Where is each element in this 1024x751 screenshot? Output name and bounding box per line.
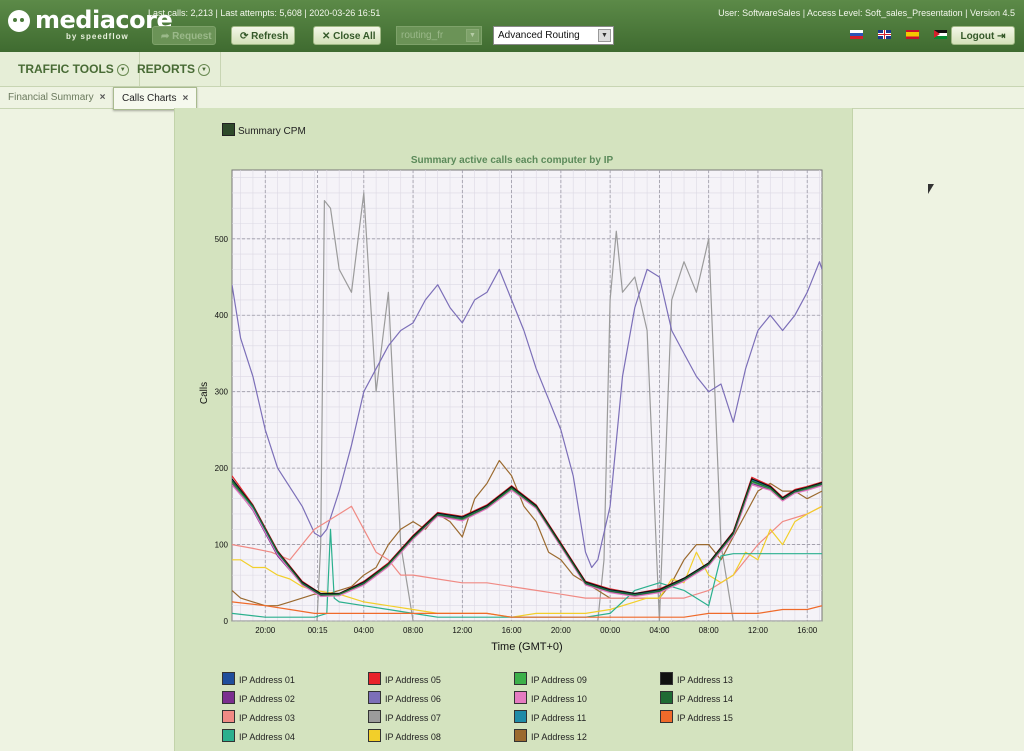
legend-item[interactable]: IP Address 07 xyxy=(368,710,441,723)
legend-item[interactable]: IP Address 09 xyxy=(514,672,587,685)
legend-swatch xyxy=(222,729,235,742)
legend-item[interactable]: IP Address 06 xyxy=(368,691,441,704)
legend-item[interactable]: IP Address 08 xyxy=(368,729,441,742)
routing-mode-select[interactable]: Advanced Routing ▼ xyxy=(493,26,614,45)
legend-label: IP Address 03 xyxy=(239,713,295,723)
legend-item[interactable]: IP Address 15 xyxy=(660,710,733,723)
legend-swatch xyxy=(222,672,235,685)
legend-item[interactable]: IP Address 03 xyxy=(222,710,295,723)
legend-swatch xyxy=(514,691,527,704)
legend-swatch xyxy=(660,691,673,704)
legend-label: IP Address 12 xyxy=(531,732,587,742)
chart-panel xyxy=(174,108,853,751)
flag-es-icon[interactable] xyxy=(906,30,920,39)
mediacore-logo[interactable]: mediacore by speedflow xyxy=(8,6,173,46)
chevron-down-icon: ▼ xyxy=(466,29,479,42)
legend-label: IP Address 05 xyxy=(385,675,441,685)
tab-calls-charts[interactable]: Calls Charts × xyxy=(113,87,198,110)
app-header: mediacore by speedflow Last calls: 2,213… xyxy=(0,0,1024,52)
legend-item[interactable]: IP Address 14 xyxy=(660,691,733,704)
menu-reports[interactable]: REPORTS ▼ xyxy=(128,52,222,86)
legend-swatch xyxy=(222,710,235,723)
flag-uk-icon[interactable] xyxy=(878,30,892,39)
logout-button[interactable]: Logout ⇥ xyxy=(951,26,1015,45)
legend-label: IP Address 08 xyxy=(385,732,441,742)
legend-label: IP Address 13 xyxy=(677,675,733,685)
legend-swatch xyxy=(514,672,527,685)
legend-swatch xyxy=(368,710,381,723)
legend-swatch xyxy=(368,672,381,685)
legend-item[interactable]: IP Address 04 xyxy=(222,729,295,742)
flag-ps-icon[interactable] xyxy=(934,30,948,39)
legend-item[interactable]: IP Address 02 xyxy=(222,691,295,704)
chevron-down-icon: ▼ xyxy=(598,29,611,42)
legend-label: IP Address 11 xyxy=(531,713,587,723)
refresh-button[interactable]: ⟳ Refresh xyxy=(231,26,295,45)
legend-label: IP Address 07 xyxy=(385,713,441,723)
legend-item[interactable]: IP Address 11 xyxy=(514,710,586,723)
logout-icon: ⇥ xyxy=(997,31,1006,42)
language-flags xyxy=(850,30,959,42)
close-icon[interactable]: × xyxy=(182,93,188,104)
legend-swatch xyxy=(514,729,527,742)
close-all-button[interactable]: ✕ Close All xyxy=(313,26,381,45)
legend-item[interactable]: IP Address 05 xyxy=(368,672,441,685)
routing-select[interactable]: routing_fr ▼ xyxy=(396,26,482,45)
user-info: User: SoftwareSales | Access Level: Soft… xyxy=(718,8,1015,18)
legend-swatch xyxy=(222,123,235,136)
legend-label: IP Address 06 xyxy=(385,694,441,704)
logo-icon xyxy=(8,10,30,32)
summary-cpm-legend[interactable]: Summary CPM xyxy=(222,123,306,137)
tab-bar: Financial Summary × Calls Charts × xyxy=(0,87,1024,110)
legend-swatch xyxy=(660,710,673,723)
legend-swatch xyxy=(368,691,381,704)
legend-label: IP Address 14 xyxy=(677,694,733,704)
legend-swatch xyxy=(514,710,527,723)
legend-item[interactable]: IP Address 10 xyxy=(514,691,587,704)
menu-traffic-tools[interactable]: TRAFFIC TOOLS ▼ xyxy=(0,52,140,86)
chevron-down-icon: ▼ xyxy=(116,63,129,76)
mouse-pointer-icon xyxy=(928,184,934,194)
legend-label: IP Address 01 xyxy=(239,675,295,685)
flag-ru-icon[interactable] xyxy=(850,30,863,39)
legend-swatch xyxy=(660,672,673,685)
tab-financial-summary[interactable]: Financial Summary × xyxy=(0,87,113,108)
menu-bar: TRAFFIC TOOLS ▼ REPORTS ▼ xyxy=(0,52,1024,87)
legend-label: IP Address 09 xyxy=(531,675,587,685)
legend-swatch xyxy=(222,691,235,704)
close-icon: ✕ xyxy=(322,31,331,42)
legend-label: IP Address 10 xyxy=(531,694,587,704)
chevron-down-icon: ▼ xyxy=(198,63,211,76)
legend-item[interactable]: IP Address 13 xyxy=(660,672,733,685)
forward-icon: ➦ xyxy=(161,31,170,42)
request-button[interactable]: ➦ Request xyxy=(152,26,216,45)
legend-swatch xyxy=(368,729,381,742)
refresh-icon: ⟳ xyxy=(240,31,249,42)
legend-item[interactable]: IP Address 01 xyxy=(222,672,295,685)
legend-label: IP Address 15 xyxy=(677,713,733,723)
legend-item[interactable]: IP Address 12 xyxy=(514,729,587,742)
legend-label: IP Address 02 xyxy=(239,694,295,704)
legend-label: IP Address 04 xyxy=(239,732,295,742)
calls-status: Last calls: 2,213 | Last attempts: 5,608… xyxy=(148,8,381,18)
logo-tagline: by speedflow xyxy=(66,32,129,41)
close-icon[interactable]: × xyxy=(100,92,106,103)
